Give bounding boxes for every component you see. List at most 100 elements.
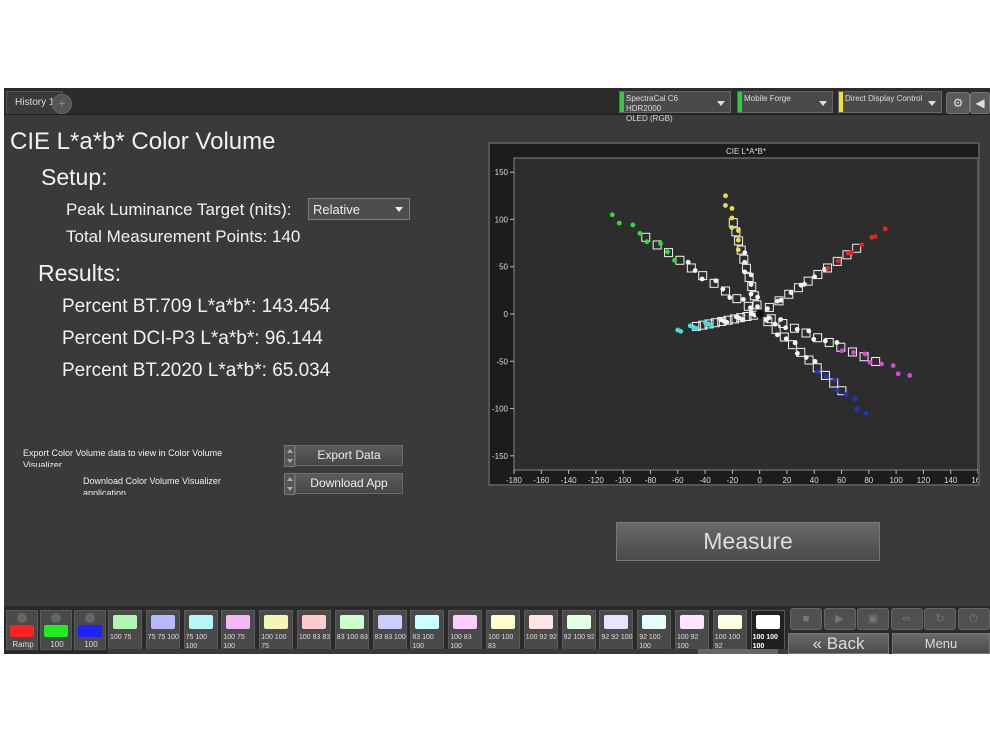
collapse-button[interactable]: ◀ [970, 92, 990, 114]
x-tick-label: 60 [837, 476, 846, 484]
swatch-13[interactable]: 92 92 100 [599, 610, 634, 650]
save-button[interactable]: ▣ [857, 608, 889, 630]
swatch-12[interactable]: 92 100 92 [561, 610, 596, 650]
peak-luminance-value: Relative [313, 202, 360, 217]
swatch-label: 92 100 92 [563, 634, 595, 641]
chart-panel: CIE L*A*B* -180 -160 -140 -120 -100 -80 -60 -40 -… [488, 142, 985, 486]
measured-point [783, 336, 789, 342]
measured-point [843, 392, 849, 398]
measured-point [718, 317, 724, 323]
swatch-15[interactable]: 100 92 100 [675, 610, 709, 650]
measure-button[interactable]: Measure [616, 522, 880, 561]
measured-point [685, 259, 691, 265]
swatch-scrollbar[interactable] [108, 649, 788, 654]
swatch-2[interactable]: 75 100 100 [183, 610, 218, 650]
measured-point [794, 351, 800, 356]
measured-point [729, 225, 735, 230]
power-button[interactable]: ⏻ [957, 608, 990, 630]
add-tab-button[interactable]: + [52, 94, 72, 114]
x-tick-label: -60 [672, 476, 684, 484]
measured-point [822, 338, 828, 344]
measured-point [748, 305, 753, 311]
x-tick-label: -40 [699, 476, 711, 484]
rgb-channel-1[interactable]: 100 [40, 610, 72, 650]
stop-button[interactable]: ■ [790, 608, 822, 630]
swatch-label: 100 92 92 [525, 634, 557, 641]
meter-dropdown[interactable]: SpectraCal C6 HDR2000 OLED (RGB) [619, 91, 731, 123]
meter-status-bar [620, 92, 624, 112]
generator-dropdown[interactable]: Mobile Forge [737, 91, 833, 113]
y-tick-label: -100 [492, 405, 509, 414]
measured-point [849, 249, 855, 255]
display-dropdown[interactable]: Direct Display Control [838, 91, 942, 113]
measured-point [742, 259, 748, 265]
channel-color-chip [78, 625, 102, 637]
export-data-button[interactable]: Export Data [295, 445, 403, 466]
measured-point [735, 228, 741, 233]
download-app-button[interactable]: Download App [295, 473, 403, 494]
measured-point [792, 340, 798, 346]
settings-button[interactable]: ⚙ [946, 92, 970, 114]
download-spinner[interactable] [284, 473, 295, 495]
swatch-17[interactable]: 100 100 100 [750, 610, 785, 650]
measured-point [783, 325, 788, 331]
channel-label: 100 [84, 640, 98, 649]
measured-point [672, 257, 677, 263]
x-tick-label: 100 [889, 476, 903, 484]
measured-point [775, 332, 780, 338]
loop-button[interactable]: ∞ [890, 608, 923, 630]
measured-point [872, 234, 878, 239]
display-status-bar [839, 92, 843, 112]
scrollbar-thumb[interactable] [698, 649, 778, 654]
power-icon: ⏻ [969, 613, 978, 625]
result-dcip3: Percent DCI-P3 L*a*b*: 96.144 [62, 328, 323, 349]
refresh-button[interactable]: ↻ [924, 608, 956, 630]
swatch-11[interactable]: 100 92 92 [523, 610, 558, 650]
measured-point [675, 327, 681, 333]
setup-heading: Setup: [41, 164, 108, 190]
menu-button[interactable]: Menu [892, 633, 990, 654]
swatch-6[interactable]: 83 100 83 [334, 610, 369, 650]
swatch-0[interactable]: 100 75 [108, 610, 142, 650]
measured-point [803, 355, 809, 360]
swatch-14[interactable]: 92 100 100 [637, 610, 672, 650]
y-tick-label: 0 [504, 310, 509, 319]
swatch-4[interactable]: 100 100 75 [259, 610, 294, 650]
chevron-down-icon [717, 101, 725, 106]
measured-point [742, 250, 748, 256]
swatch-label: 75 75 100 [147, 634, 179, 641]
x-tick-label: -20 [727, 476, 739, 484]
swatch-color-chip [491, 615, 515, 629]
measured-point [755, 294, 760, 300]
measured-point [772, 321, 778, 327]
measured-point [763, 317, 769, 323]
back-button[interactable]: « Back [788, 633, 889, 654]
meter-mode: OLED (RGB) [626, 114, 673, 123]
rgb-channel-2[interactable]: 100 [74, 610, 106, 650]
swatch-5[interactable]: 100 83 83 [297, 610, 331, 650]
measured-point [749, 311, 755, 317]
measured-point [859, 242, 865, 248]
swatch-7[interactable]: 83 83 100 [372, 610, 407, 650]
swatch-label: 100 75 [110, 634, 132, 641]
play-button[interactable]: ▶ [823, 608, 856, 630]
measured-point [811, 336, 817, 342]
refresh-icon: ↻ [935, 613, 945, 625]
swatch-color-chip [604, 615, 629, 629]
measured-point [854, 406, 860, 412]
measured-point [748, 291, 754, 297]
swatch-16[interactable]: 100 100 92 [712, 610, 747, 650]
measured-point [765, 306, 770, 312]
channel-color-chip [10, 625, 34, 637]
measured-point [882, 226, 888, 232]
peak-luminance-select[interactable]: Relative [308, 198, 410, 220]
rgb-channel-0[interactable]: Ramp [6, 610, 38, 650]
swatch-8[interactable]: 83 100 100 [410, 610, 445, 650]
swatch-1[interactable]: 75 75 100 [145, 610, 180, 650]
swatch-10[interactable]: 100 100 83 [486, 610, 520, 650]
swatch-3[interactable]: 100 75 100 [221, 610, 256, 650]
swatch-9[interactable]: 100 83 100 [448, 610, 483, 650]
export-spinner[interactable] [284, 445, 295, 467]
measured-point [812, 274, 817, 280]
y-tick-label: -150 [492, 452, 509, 461]
